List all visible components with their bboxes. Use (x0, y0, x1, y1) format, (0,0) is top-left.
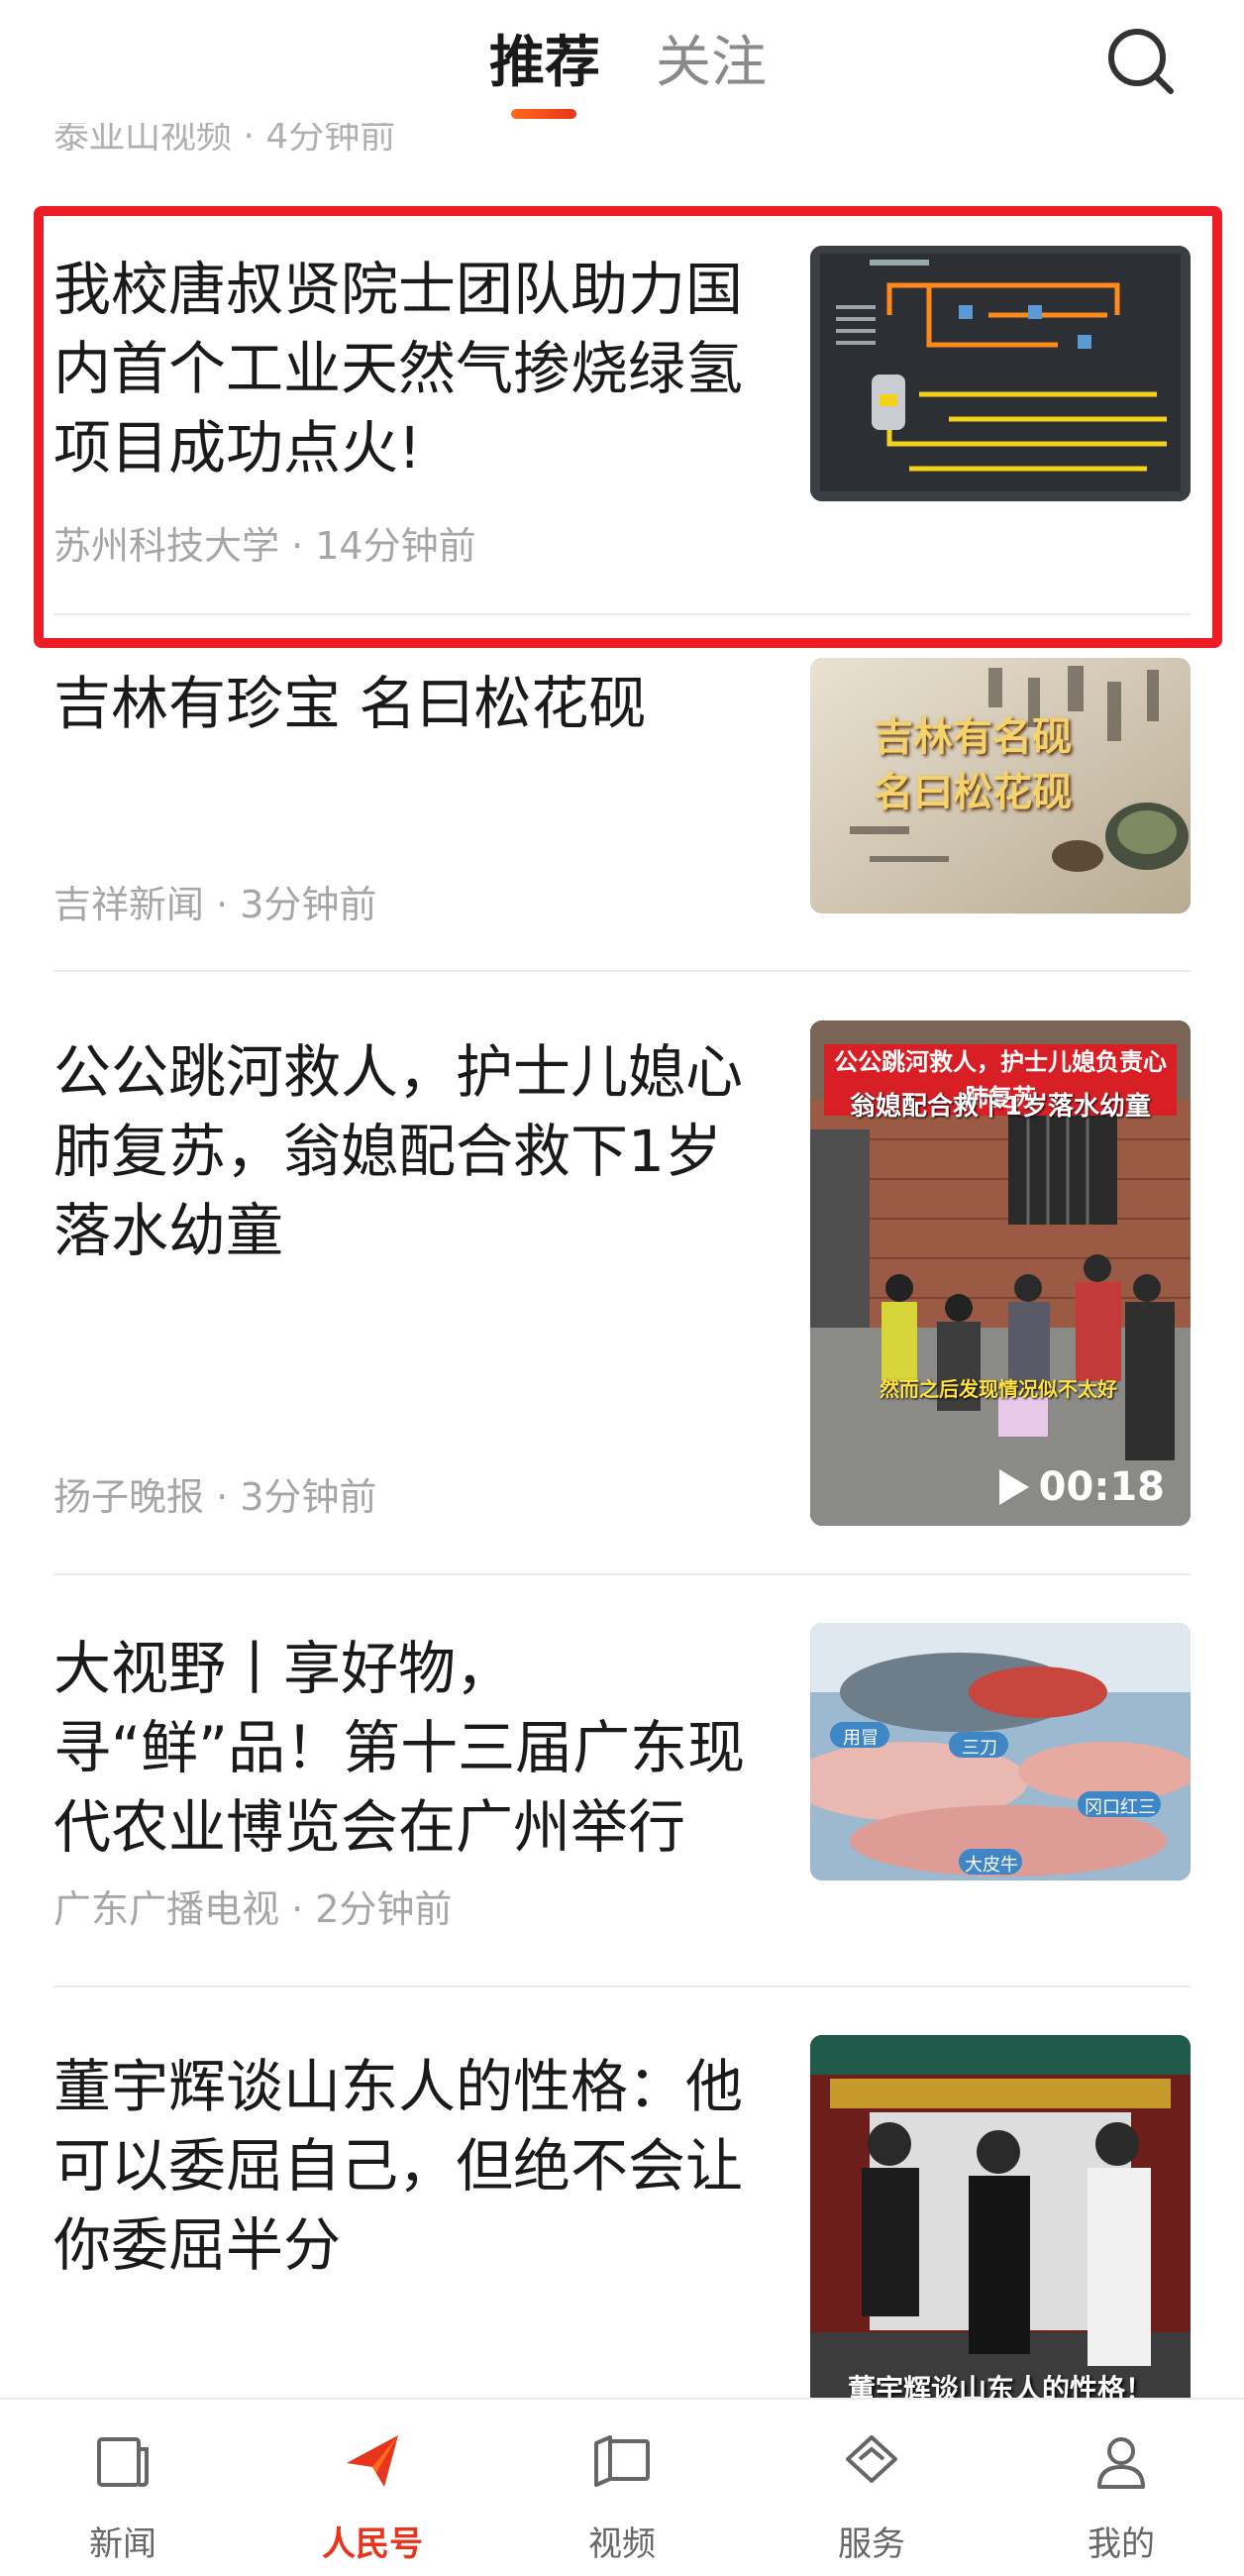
previous-item-meta: 泰亚山视频 · 4分钟前 (53, 123, 396, 157)
video-duration: 00:18 (1038, 1464, 1165, 1510)
person-icon (1097, 2437, 1145, 2489)
feed-item-thumbnail[interactable] (810, 246, 1191, 501)
feed-item-title[interactable]: 吉林有珍宝 名曰松花砚 (53, 664, 767, 743)
fish-label: 三刀 (962, 1738, 997, 1759)
thumbnail-caption: 董宇辉谈山东人的性格！ (847, 2373, 1153, 2398)
play-icon (998, 1469, 1029, 1505)
feed-item[interactable]: 我校唐叔贤院士团队助力国内首个工业天然气掺烧绿氢项目成功点火! 苏州科技大学 ·… (53, 246, 1191, 573)
top-header: 推荐 关注 (0, 0, 1244, 123)
video-caption-bottom: 然而之后发现情况似不太好 (880, 1377, 1117, 1401)
search-icon[interactable] (1103, 24, 1179, 99)
item-divider (53, 1986, 1191, 1987)
feed-item-title[interactable]: 大视野丨享好物，寻“鲜”品！第十三届广东现代农业博览会在广州举行 (53, 1629, 767, 1867)
nav-label: 服务 (838, 2524, 905, 2564)
nav-label: 视频 (588, 2524, 656, 2564)
feed-item-title[interactable]: 公公跳河救人，护士儿媳心肺复苏，翁媳配合救下1岁落水幼童 (53, 1032, 767, 1270)
nav-news[interactable]: 新闻 (44, 2400, 202, 2576)
three-people-image (810, 2035, 1191, 2398)
active-tab-indicator (511, 109, 576, 119)
news-icon (97, 2437, 149, 2487)
item-divider (53, 613, 1191, 615)
feed-item[interactable]: 公公跳河救人，护士儿媳心肺复苏，翁媳配合救下1岁落水幼童 扬子晚报 · 3分钟前 (53, 1020, 1191, 1526)
paper-plane-icon (347, 2435, 398, 2487)
thumbnail-overlay-text: 吉林有名砚 名曰松花砚 (874, 714, 1072, 815)
tab-following[interactable]: 关注 (656, 28, 767, 99)
feed-item-thumbnail[interactable]: 董宇辉谈山东人的性格！ (810, 2035, 1191, 2398)
nav-video[interactable]: 视频 (543, 2400, 701, 2576)
nav-service[interactable]: 服务 (792, 2400, 951, 2576)
video-duration-badge: 00:18 (998, 1464, 1165, 1510)
bottom-navigation: 新闻 人民号 视频 服务 我的 (0, 2398, 1244, 2576)
video-caption-sub: 翁媳配合救下1岁落水幼童 (849, 1092, 1152, 1122)
nav-renminhao[interactable]: 人民号 (293, 2400, 452, 2576)
feed-item-meta: 苏州科技大学 · 14分钟前 (53, 524, 476, 568)
feed-item-thumbnail[interactable]: 吉林有名砚 名曰松花砚 (810, 658, 1191, 913)
nav-label: 我的 (1088, 2524, 1155, 2564)
item-divider (53, 1573, 1191, 1575)
feed-item[interactable]: 大视野丨享好物，寻“鲜”品！第十三届广东现代农业博览会在广州举行 广东广播电视 … (53, 1623, 1191, 1931)
feed-item-meta: 广东广播电视 · 2分钟前 (53, 1887, 453, 1931)
feed-item[interactable]: 吉林有珍宝 名曰松花砚 吉祥新闻 · 3分钟前 吉林有名砚 名曰松花砚 (53, 658, 1191, 926)
video-book-icon (594, 2435, 650, 2487)
feed-item-video-thumbnail[interactable]: 公公跳河救人，护士儿媳负责心肺复苏 翁媳配合救下1岁落水幼童 然而之后发现情况似… (810, 1020, 1191, 1526)
news-feed[interactable]: 泰亚山视频 · 4分钟前 我校唐叔贤院士团队助力国内首个工业天然气掺烧绿氢项目成… (0, 123, 1244, 2398)
feed-item-title[interactable]: 董宇辉谈山东人的性格：他可以委屈自己，但绝不会让你委屈半分 (53, 2047, 767, 2285)
feed-item-title[interactable]: 我校唐叔贤院士团队助力国内首个工业天然气掺烧绿氢项目成功点火! (53, 250, 767, 487)
feed-item-thumbnail[interactable]: 三刀 用冒 冈口红三 大皮牛 (810, 1623, 1191, 1880)
feed-item-meta: 扬子晚报 · 3分钟前 (53, 1475, 377, 1519)
feed-item-meta: 吉祥新闻 · 3分钟前 (53, 883, 377, 926)
pipeline-diagram-image (810, 246, 1191, 501)
service-diamond-icon (846, 2435, 897, 2483)
nav-mine[interactable]: 我的 (1042, 2400, 1200, 2576)
item-divider (53, 970, 1191, 972)
fish-label: 大皮牛 (965, 1855, 1018, 1876)
nav-label: 新闻 (89, 2524, 156, 2564)
fish-label: 用冒 (843, 1728, 879, 1749)
tab-recommend[interactable]: 推荐 (489, 28, 600, 99)
nav-label: 人民号 (322, 2524, 423, 2564)
fish-label: 冈口红三 (1085, 1797, 1156, 1818)
feed-item[interactable]: 董宇辉谈山东人的性格：他可以委屈自己，但绝不会让你委屈半分 董宇辉谈山东人的性格… (53, 2035, 1191, 2398)
